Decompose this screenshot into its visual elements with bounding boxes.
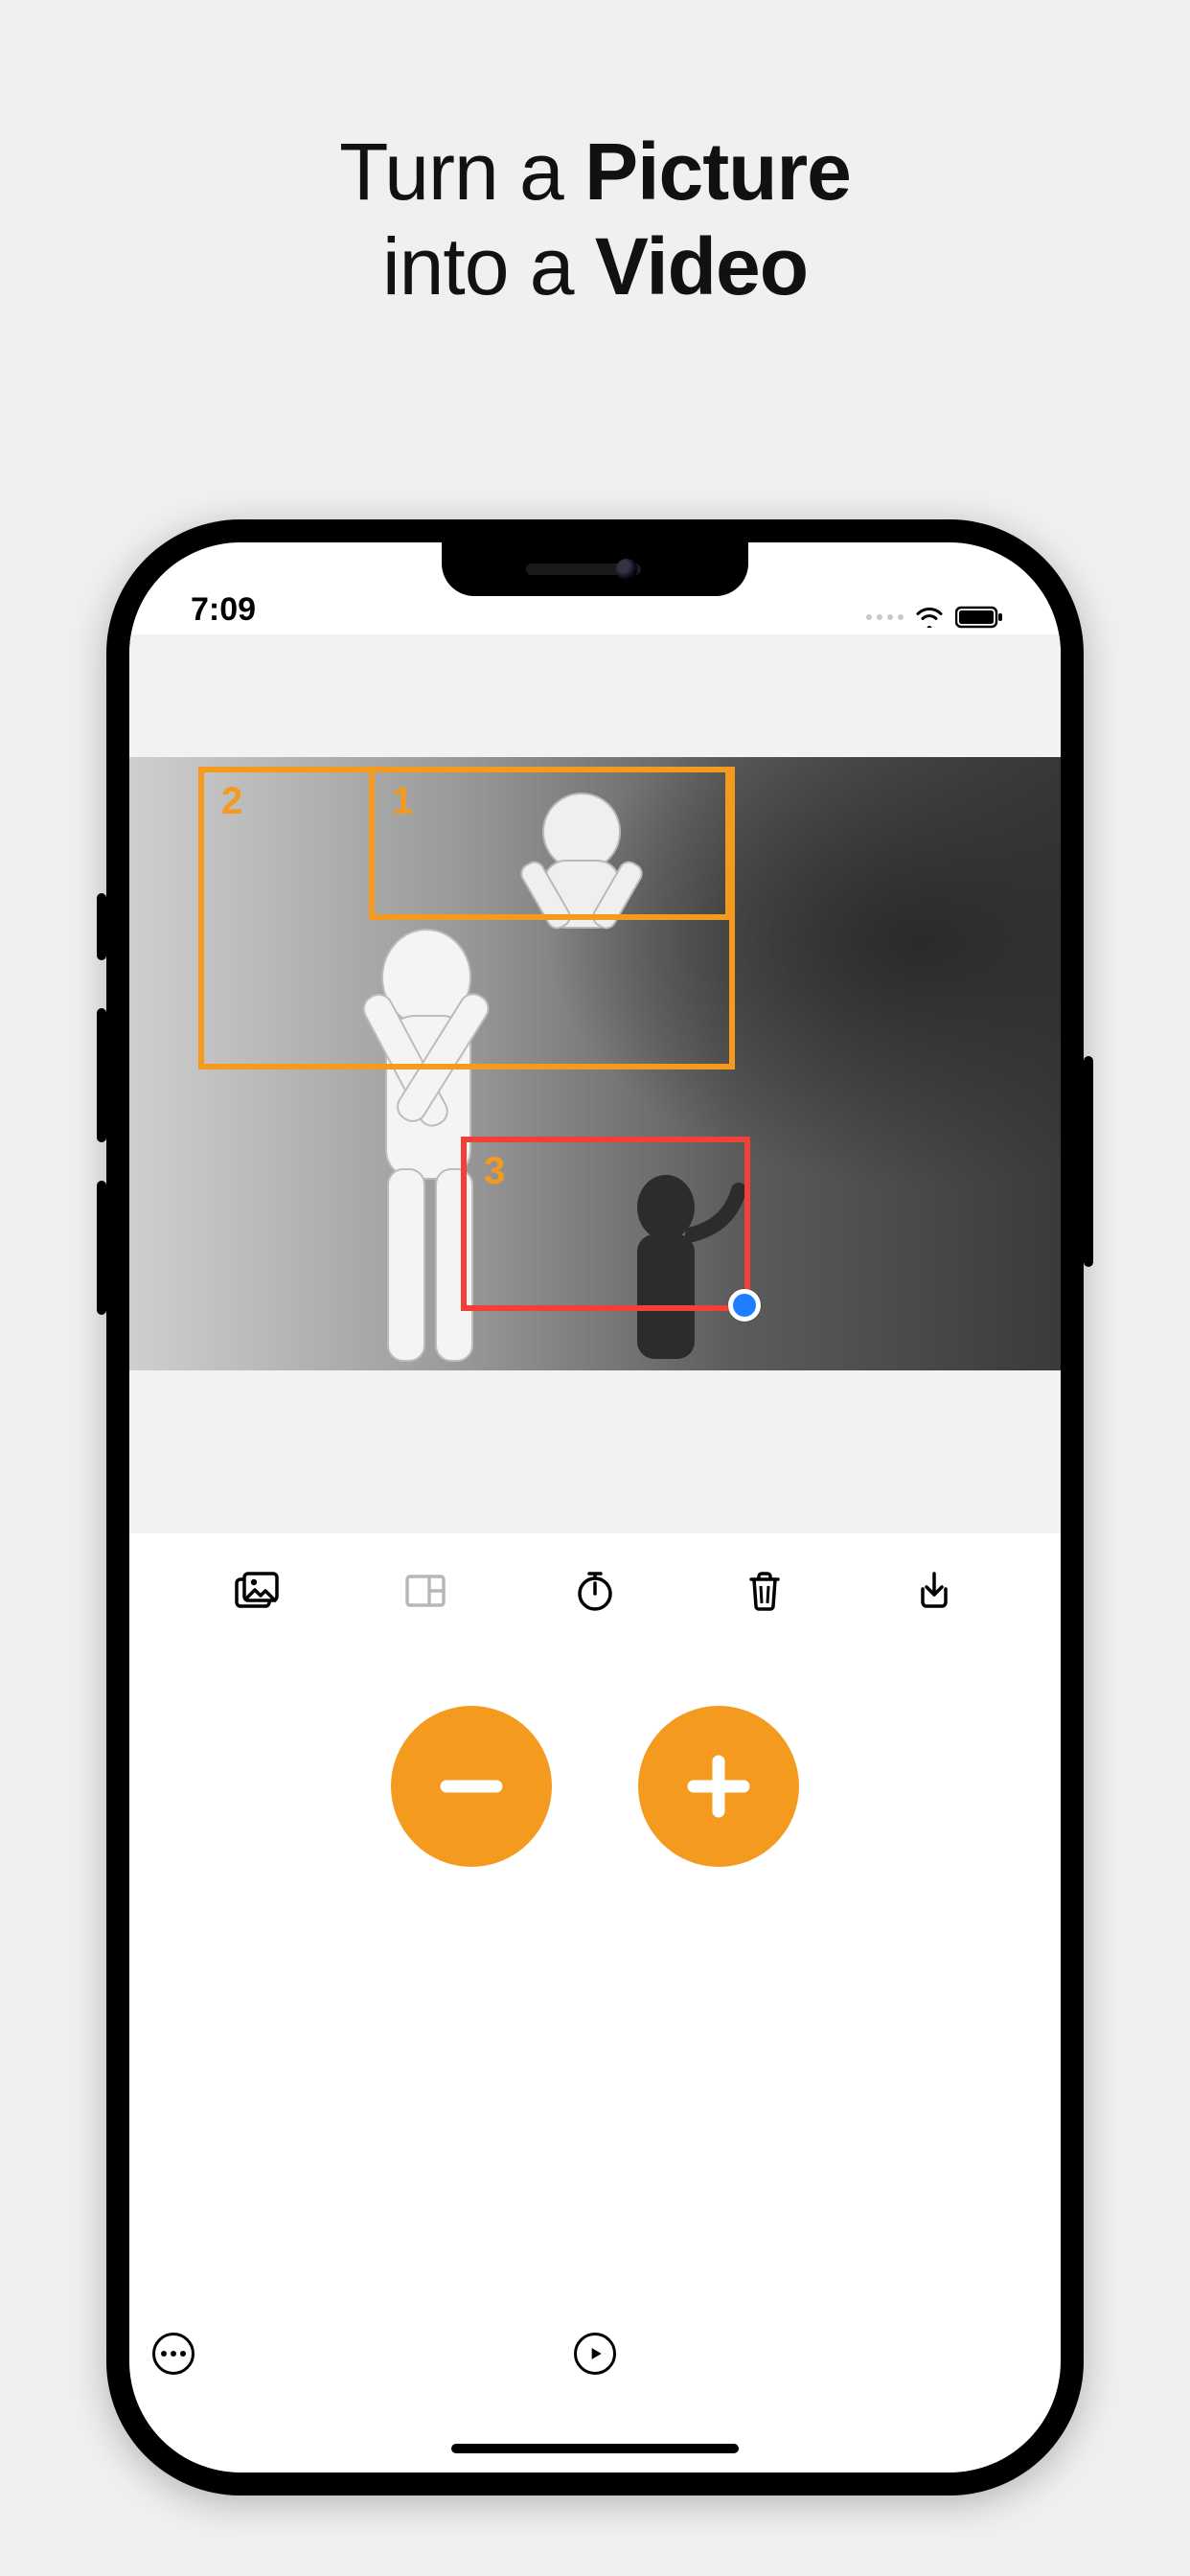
side-button bbox=[1084, 1056, 1093, 1267]
timer-icon bbox=[572, 1568, 618, 1614]
layout-button[interactable] bbox=[397, 1562, 454, 1620]
header-spacer bbox=[129, 634, 1061, 757]
layout-icon bbox=[402, 1568, 448, 1614]
side-button bbox=[97, 1008, 106, 1142]
photo-library-icon bbox=[233, 1568, 279, 1614]
minus-icon bbox=[434, 1749, 509, 1824]
photo-library-button[interactable] bbox=[227, 1562, 285, 1620]
frame-count-controls bbox=[129, 1706, 1061, 1867]
status-right bbox=[866, 606, 1003, 629]
side-button bbox=[97, 1181, 106, 1315]
ellipsis-icon bbox=[159, 2351, 188, 2357]
add-frame-button[interactable] bbox=[638, 1706, 799, 1867]
bottom-controls bbox=[129, 2317, 1061, 2375]
trash-icon bbox=[742, 1568, 788, 1614]
battery-icon bbox=[955, 606, 1003, 629]
phone-notch bbox=[442, 542, 748, 596]
keyframe-label: 2 bbox=[221, 780, 242, 823]
export-button[interactable] bbox=[905, 1562, 963, 1620]
play-icon bbox=[585, 2344, 605, 2363]
keyframe-label: 3 bbox=[484, 1150, 505, 1193]
phone-frame: 7:09 bbox=[106, 519, 1084, 2496]
delete-button[interactable] bbox=[736, 1562, 793, 1620]
headline-l1b: Picture bbox=[584, 126, 851, 217]
keyframe-label: 1 bbox=[392, 780, 413, 823]
timer-button[interactable] bbox=[566, 1562, 624, 1620]
status-time: 7:09 bbox=[191, 591, 256, 629]
more-options-button[interactable] bbox=[152, 2333, 195, 2375]
headline-l1a: Turn a bbox=[339, 126, 584, 217]
plus-icon bbox=[681, 1749, 756, 1824]
toolbar bbox=[129, 1533, 1061, 1648]
remove-frame-button[interactable] bbox=[391, 1706, 552, 1867]
play-button[interactable] bbox=[574, 2333, 616, 2375]
canvas-footer-spacer bbox=[129, 1370, 1061, 1533]
headline-l2b: Video bbox=[595, 221, 808, 311]
keyframe-3[interactable]: 3 bbox=[461, 1137, 750, 1311]
marketing-headline: Turn a Picture into a Video bbox=[339, 125, 851, 314]
wifi-icon bbox=[915, 607, 944, 628]
side-button bbox=[97, 893, 106, 960]
home-indicator bbox=[451, 2444, 739, 2453]
headline-l2a: into a bbox=[382, 221, 595, 311]
image-canvas[interactable]: 2 1 3 bbox=[129, 757, 1061, 1370]
cell-signal-icon bbox=[866, 614, 904, 620]
phone-screen: 7:09 bbox=[129, 542, 1061, 2472]
resize-handle[interactable] bbox=[728, 1289, 761, 1322]
keyframe-1[interactable]: 1 bbox=[369, 767, 731, 920]
export-icon bbox=[911, 1568, 957, 1614]
